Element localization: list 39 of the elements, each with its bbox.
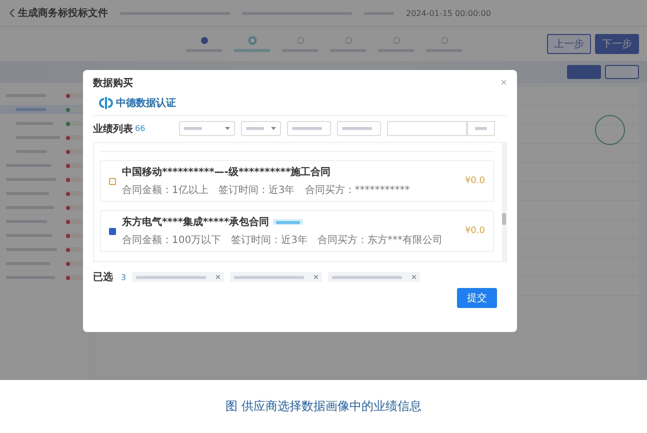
- submit-button[interactable]: 提交: [457, 288, 497, 308]
- record-meta: 签订时间：近3年: [218, 184, 295, 197]
- stamp-icon: [595, 115, 625, 145]
- close-button[interactable]: ×: [500, 77, 507, 89]
- date-field[interactable]: [337, 121, 381, 136]
- dialog-title: 数据购买: [93, 76, 133, 90]
- caret-icon: [225, 127, 230, 130]
- record-title: 东方电气****集成*****承包合同: [122, 215, 270, 229]
- logo-icon: [99, 97, 113, 109]
- remove-icon[interactable]: [412, 275, 416, 279]
- record-meta: 签订时间：近3年: [231, 234, 308, 247]
- generate-button[interactable]: [605, 65, 639, 79]
- prev-button[interactable]: 上一步: [547, 34, 591, 54]
- search-field[interactable]: [387, 121, 467, 136]
- caret-icon: [271, 127, 276, 130]
- count-label: 66: [135, 124, 146, 133]
- figure-caption: 图 供应商选择数据画像中的业绩信息: [226, 398, 422, 415]
- deadline-text: 2024-01-15 00:00:00: [406, 8, 491, 18]
- remove-icon[interactable]: [216, 275, 220, 279]
- record-meta: 合同买方：东方***有限公司: [317, 234, 442, 247]
- record-card[interactable]: 东方电气****集成*****承包合同 合同金额：100万以下 签订时间：近3年 合同买方：东方***有限公司 ¥0.0: [100, 210, 494, 252]
- record-title: 中国移动**********—-级**********施工合同: [122, 166, 331, 179]
- back-title[interactable]: 生成商务标投标文件: [10, 6, 108, 20]
- checkbox[interactable]: [109, 228, 116, 234]
- list-title: 业绩列表: [93, 122, 133, 136]
- back-icon[interactable]: [10, 9, 15, 17]
- record-meta: 合同金额：100万以下: [122, 234, 222, 247]
- logo-text: 中德数据认证: [116, 96, 176, 110]
- price: ¥0.0: [464, 226, 485, 236]
- record-card[interactable]: 中国移动**********—-级**********施工合同 合同金额：1亿以上 签订时间：近3年 合同买方：*********** ¥0.0: [100, 160, 494, 202]
- record-meta: 合同买方：***********: [304, 184, 410, 197]
- record-meta: 合同金额：1亿以上: [122, 184, 208, 197]
- remove-icon[interactable]: [314, 275, 318, 279]
- price: ¥0.0: [464, 176, 485, 186]
- next-button[interactable]: 下一步: [595, 34, 639, 54]
- date-field[interactable]: [287, 121, 331, 136]
- selected-label: 已选: [93, 270, 113, 284]
- selected-count: 3: [121, 272, 126, 282]
- checkbox[interactable]: [109, 178, 116, 184]
